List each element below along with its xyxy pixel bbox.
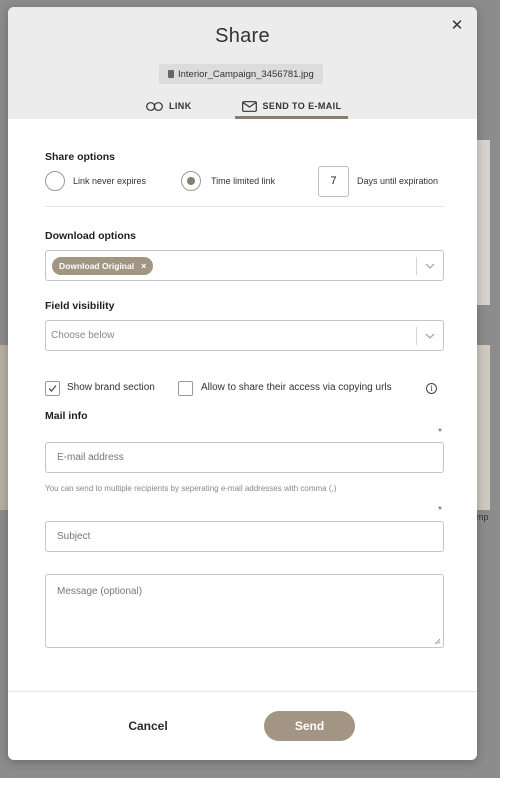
background-image <box>476 345 490 510</box>
chevron-down-icon[interactable] <box>424 260 436 272</box>
footer-divider <box>8 691 477 692</box>
field-visibility-title: Field visibility <box>45 300 115 312</box>
tab-link[interactable]: LINK <box>146 93 192 119</box>
background-text: mp <box>476 512 489 522</box>
share-options-title: Share options <box>45 151 116 163</box>
link-icon <box>146 101 163 111</box>
email-hint: You can send to multiple recipients by s… <box>45 484 337 493</box>
message-field[interactable]: Message (optional) <box>45 574 444 648</box>
subject-field[interactable]: Subject <box>45 521 444 552</box>
dialog-header: Share ✕ Interior_Campaign_3456781.jpg LI… <box>8 7 477 119</box>
info-icon[interactable]: i <box>426 383 437 394</box>
dialog-title: Share <box>215 25 270 47</box>
close-icon[interactable]: ✕ <box>449 18 465 34</box>
link-never-expires-label: Link never expires <box>73 176 147 186</box>
checkmark-icon <box>48 385 57 392</box>
radio-link-never-expires[interactable] <box>45 171 65 191</box>
tag-label: Download Original <box>59 261 135 271</box>
select-separator <box>416 327 417 345</box>
background-image <box>476 140 490 305</box>
file-icon <box>168 70 174 78</box>
show-brand-section-checkbox[interactable] <box>45 381 60 396</box>
download-options-title: Download options <box>45 230 136 242</box>
cancel-button[interactable]: Cancel <box>116 711 180 741</box>
resize-handle-icon[interactable] <box>434 638 441 645</box>
required-marker: * <box>438 505 442 516</box>
days-until-expiration-label: Days until expiration <box>357 176 439 186</box>
remove-tag-icon[interactable]: × <box>141 261 146 271</box>
tab-email-label: SEND TO E-MAIL <box>262 101 342 111</box>
field-visibility-select[interactable]: Choose below <box>45 320 444 351</box>
file-name: Interior_Campaign_3456781.jpg <box>178 68 314 80</box>
share-tabs: LINK SEND TO E-MAIL <box>8 93 477 119</box>
select-separator <box>416 257 417 275</box>
time-limited-link-label: Time limited link <box>211 176 276 186</box>
download-options-select[interactable]: Download Original × <box>45 250 444 281</box>
selected-tag-download-original: Download Original × <box>52 257 154 275</box>
field-visibility-placeholder: Choose below <box>51 330 115 341</box>
message-placeholder: Message (optional) <box>57 586 143 597</box>
show-brand-section-label: Show brand section <box>67 382 155 393</box>
mail-info-title: Mail info <box>45 410 88 422</box>
radio-time-limited-link[interactable] <box>181 171 201 191</box>
envelope-icon <box>241 100 257 112</box>
file-name-chip: Interior_Campaign_3456781.jpg <box>159 64 323 84</box>
allow-share-access-label: Allow to share their access via copying … <box>201 382 392 393</box>
tab-link-label: LINK <box>169 101 192 111</box>
share-dialog: Share ✕ Interior_Campaign_3456781.jpg LI… <box>8 7 477 760</box>
send-button[interactable]: Send <box>264 711 355 741</box>
days-input[interactable]: 7 <box>318 166 349 197</box>
email-field[interactable]: E-mail address <box>45 442 444 473</box>
chevron-down-icon[interactable] <box>424 330 436 342</box>
tab-send-to-email[interactable]: SEND TO E-MAIL <box>235 93 348 119</box>
divider <box>45 206 444 207</box>
required-marker: * <box>438 427 442 438</box>
allow-share-access-checkbox[interactable] <box>178 381 193 396</box>
